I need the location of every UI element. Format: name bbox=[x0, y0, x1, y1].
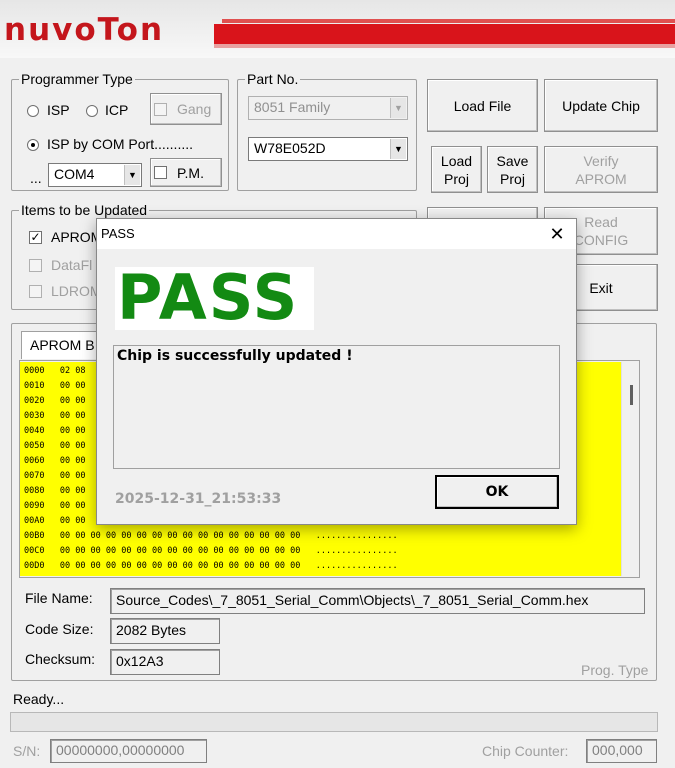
com-port-select[interactable]: COM4 ▼ bbox=[48, 163, 142, 187]
hex-row: 0040 00 00 bbox=[24, 426, 86, 436]
isp-by-com-radio[interactable] bbox=[27, 139, 39, 151]
verify-label-2: APROM bbox=[575, 170, 627, 187]
header-stripe bbox=[222, 19, 675, 23]
family-select: 8051 Family ▼ bbox=[248, 96, 408, 120]
hex-row: 0020 00 00 bbox=[24, 396, 86, 406]
dialog-title: PASS bbox=[101, 226, 135, 241]
chevron-down-icon[interactable]: ▼ bbox=[124, 165, 140, 185]
part-select[interactable]: W78E052D ▼ bbox=[248, 137, 408, 161]
header-stripe bbox=[214, 24, 675, 44]
icp-label: ICP bbox=[105, 102, 129, 118]
chip-counter-label: Chip Counter: bbox=[482, 743, 569, 759]
chevron-down-icon: ▼ bbox=[390, 98, 406, 118]
code-size-label: Code Size: bbox=[25, 621, 94, 637]
load-proj-label-2: Proj bbox=[444, 170, 469, 187]
dataflash-checkbox[interactable] bbox=[29, 259, 42, 272]
isp-label: ISP bbox=[47, 102, 70, 118]
isp-by-com-label: ISP by COM Port.......... bbox=[47, 136, 194, 152]
progress-bar bbox=[10, 712, 658, 732]
gang-checkbox[interactable] bbox=[154, 102, 167, 116]
dialog-titlebar bbox=[97, 219, 576, 249]
checksum-label: Checksum: bbox=[25, 651, 96, 667]
gang-checkbox-button[interactable]: Gang bbox=[150, 93, 222, 125]
icp-radio[interactable] bbox=[86, 105, 98, 117]
hex-row: 0030 00 00 bbox=[24, 411, 86, 421]
status-text: Ready... bbox=[13, 691, 65, 707]
com-port-value: COM4 bbox=[54, 166, 95, 182]
sn-field: 00000000,00000000 bbox=[50, 739, 207, 763]
message-box: Chip is successfully updated ! bbox=[113, 345, 560, 469]
prog-type-label: Prog. Type bbox=[581, 662, 649, 678]
hex-row: 0090 00 00 bbox=[24, 501, 86, 511]
isp-radio[interactable] bbox=[27, 105, 39, 117]
pass-dialog: PASS ✕ PASS Chip is successfully updated… bbox=[96, 218, 577, 525]
message-text: Chip is successfully updated ! bbox=[117, 348, 353, 364]
hex-row: 0080 00 00 bbox=[24, 486, 86, 496]
items-title: Items to be Updated bbox=[19, 202, 150, 218]
load-proj-button[interactable]: Load Proj bbox=[431, 146, 482, 193]
nuvoton-logo: nuvoTon bbox=[4, 12, 165, 48]
ldrom-label: LDROM bbox=[51, 283, 102, 299]
hex-row: 0060 00 00 bbox=[24, 456, 86, 466]
aprom-checkbox[interactable]: ✓ bbox=[29, 231, 42, 244]
aprom-label: APROM bbox=[51, 229, 103, 245]
gang-label: Gang bbox=[177, 101, 212, 117]
save-proj-button[interactable]: Save Proj bbox=[487, 146, 538, 193]
hex-row: 00D0 00 00 00 00 00 00 00 00 00 00 00 00… bbox=[24, 561, 398, 571]
update-chip-button[interactable]: Update Chip bbox=[544, 79, 658, 132]
hex-row: 00C0 00 00 00 00 00 00 00 00 00 00 00 00… bbox=[24, 546, 398, 556]
verify-label-1: Verify bbox=[583, 152, 619, 169]
close-icon[interactable]: ✕ bbox=[545, 222, 569, 246]
save-proj-label-1: Save bbox=[496, 152, 529, 169]
pm-checkbox-button[interactable]: P.M. bbox=[150, 158, 222, 187]
header-stripe bbox=[214, 44, 675, 48]
load-file-button[interactable]: Load File bbox=[427, 79, 538, 132]
file-name-field: Source_Codes\_7_8051_Serial_Comm\Objects… bbox=[110, 588, 645, 614]
file-name-label: File Name: bbox=[25, 590, 93, 606]
read-label-1: Read bbox=[584, 214, 618, 230]
pm-label: P.M. bbox=[177, 164, 204, 181]
chip-counter-field: 000,000 bbox=[586, 739, 657, 763]
programmer-type-title: Programmer Type bbox=[19, 71, 135, 87]
timestamp: 2025-12-31_21:53:33 bbox=[115, 491, 282, 507]
hex-row: 0050 00 00 bbox=[24, 441, 86, 451]
family-value: 8051 Family bbox=[254, 99, 331, 115]
part-no-title: Part No. bbox=[245, 71, 301, 87]
code-size-field: 2082 Bytes bbox=[110, 618, 220, 644]
verify-aprom-button[interactable]: Verify APROM bbox=[544, 146, 658, 193]
sn-label: S/N: bbox=[13, 743, 41, 759]
hex-row: 0010 00 00 bbox=[24, 381, 86, 391]
hex-scrollbar-thumb[interactable] bbox=[630, 385, 633, 405]
hex-row: 0000 02 08 bbox=[24, 366, 86, 376]
hex-row: 0070 00 00 bbox=[24, 471, 86, 481]
chevron-down-icon[interactable]: ▼ bbox=[390, 139, 406, 159]
checksum-field: 0x12A3 bbox=[110, 649, 220, 675]
ok-button[interactable]: OK bbox=[435, 475, 559, 509]
pass-banner: PASS bbox=[115, 261, 314, 334]
part-value: W78E052D bbox=[254, 140, 326, 156]
read-label-2: CONFIG bbox=[573, 232, 629, 248]
pass-banner-text: PASS bbox=[117, 261, 300, 334]
com-prefix: ... bbox=[30, 170, 42, 186]
hex-row: 00A0 00 00 bbox=[24, 516, 86, 526]
load-proj-label-1: Load bbox=[440, 152, 473, 169]
dataflash-label: DataFl bbox=[51, 257, 93, 273]
save-proj-label-2: Proj bbox=[500, 170, 525, 187]
ldrom-checkbox[interactable] bbox=[29, 285, 42, 298]
pm-checkbox[interactable] bbox=[154, 166, 167, 179]
hex-row: 00B0 00 00 00 00 00 00 00 00 00 00 00 00… bbox=[24, 531, 398, 541]
